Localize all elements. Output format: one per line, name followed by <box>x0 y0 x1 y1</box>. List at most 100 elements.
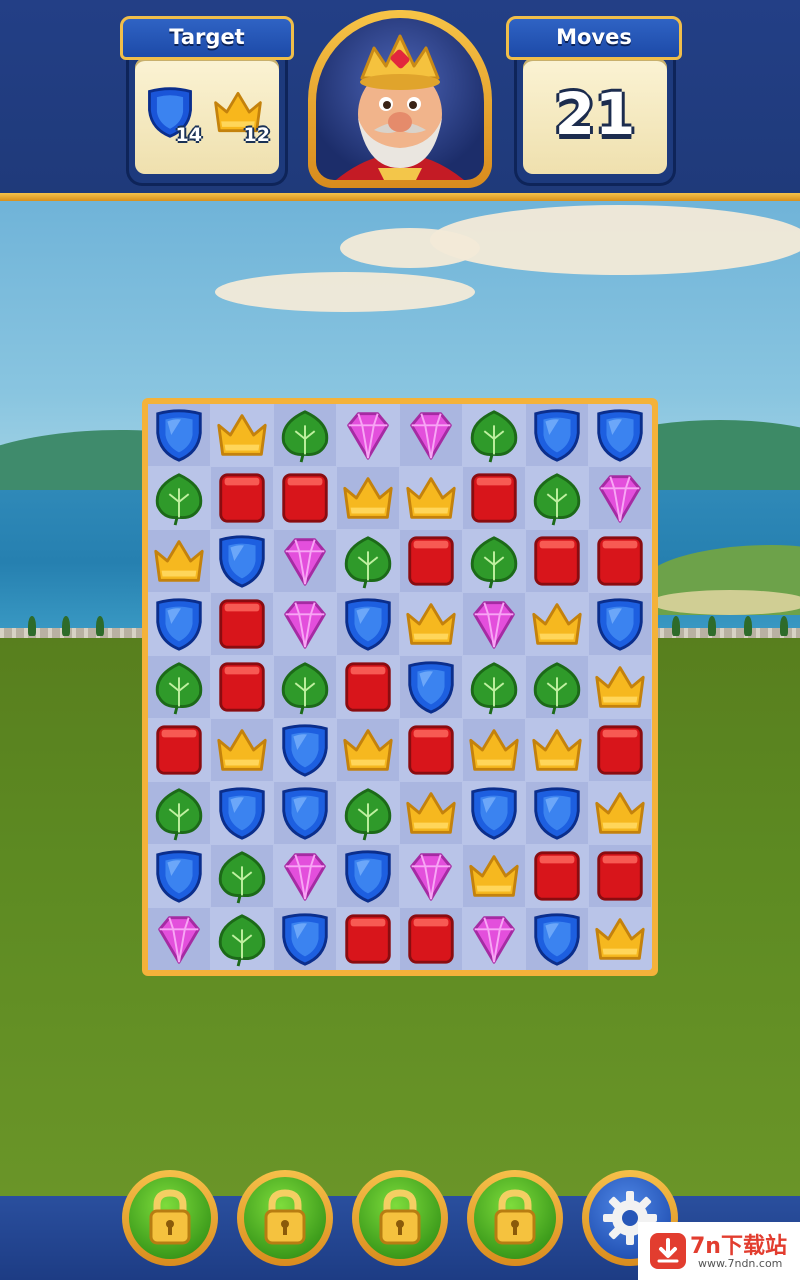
board-cell-gem[interactable] <box>148 908 210 970</box>
board-cell-crown[interactable] <box>589 908 651 970</box>
board-cell-box[interactable] <box>589 530 651 592</box>
board-cell-leaf[interactable] <box>463 530 525 592</box>
board-cell-gem[interactable] <box>274 593 336 655</box>
board-cell-shield[interactable] <box>211 782 273 844</box>
board-cell-leaf[interactable] <box>526 467 588 529</box>
board-cell-gem[interactable] <box>589 467 651 529</box>
board-cell-leaf[interactable] <box>463 656 525 718</box>
board-cell-leaf[interactable] <box>148 656 210 718</box>
tree <box>62 616 70 636</box>
leaf-icon <box>218 851 266 904</box>
box-icon <box>534 851 580 901</box>
board-cell-crown[interactable] <box>463 719 525 781</box>
board-cell-shield[interactable] <box>400 656 462 718</box>
board-cell-shield[interactable] <box>589 593 651 655</box>
board-cell-crown[interactable] <box>526 593 588 655</box>
king-icon <box>336 34 464 180</box>
board-cell-leaf[interactable] <box>337 782 399 844</box>
board-cell-crown[interactable] <box>337 719 399 781</box>
board-cell-crown[interactable] <box>211 719 273 781</box>
moves-counter: 21 <box>554 80 636 148</box>
crown-icon <box>595 792 645 834</box>
box-icon <box>597 725 643 775</box>
booster-3-button[interactable] <box>352 1170 448 1266</box>
board-cell-box[interactable] <box>211 593 273 655</box>
board-cell-shield[interactable] <box>463 782 525 844</box>
board-cell-crown[interactable] <box>589 656 651 718</box>
board-cell-box[interactable] <box>526 530 588 592</box>
board-cell-crown[interactable] <box>400 467 462 529</box>
board-cell-shield[interactable] <box>211 530 273 592</box>
board-cell-leaf[interactable] <box>274 404 336 466</box>
board-cell-shield[interactable] <box>337 593 399 655</box>
shield-icon <box>156 598 202 651</box>
board-cell-crown[interactable] <box>526 719 588 781</box>
board-cell-shield[interactable] <box>337 845 399 907</box>
board-cell-shield[interactable] <box>526 908 588 970</box>
cloud <box>340 228 480 268</box>
board-cell-leaf[interactable] <box>526 656 588 718</box>
board-cell-crown[interactable] <box>148 530 210 592</box>
booster-4-button[interactable] <box>467 1170 563 1266</box>
board-cell-box[interactable] <box>526 845 588 907</box>
board-cell-crown[interactable] <box>211 404 273 466</box>
board-cell-box[interactable] <box>589 719 651 781</box>
board-cell-box[interactable] <box>589 845 651 907</box>
shield-icon <box>597 598 643 651</box>
board-cell-shield[interactable] <box>148 404 210 466</box>
board-cell-shield[interactable] <box>526 782 588 844</box>
box-icon <box>219 599 265 649</box>
king-portrait <box>316 18 484 180</box>
leaf-icon <box>155 473 203 526</box>
booster-2-button-face <box>244 1177 326 1259</box>
board-cell-gem[interactable] <box>274 845 336 907</box>
board-cell-leaf[interactable] <box>148 782 210 844</box>
booster-1-button[interactable] <box>122 1170 218 1266</box>
board-cell-box[interactable] <box>211 467 273 529</box>
board-cell-leaf[interactable] <box>274 656 336 718</box>
board-cell-box[interactable] <box>400 908 462 970</box>
board-cell-leaf[interactable] <box>211 845 273 907</box>
board-cell-box[interactable] <box>400 719 462 781</box>
board-cell-crown[interactable] <box>400 593 462 655</box>
box-icon <box>408 725 454 775</box>
board-cell-leaf[interactable] <box>463 404 525 466</box>
beach <box>650 590 800 615</box>
board-cell-box[interactable] <box>148 719 210 781</box>
board-cell-shield[interactable] <box>148 593 210 655</box>
gem-icon <box>410 853 452 901</box>
booster-2-button[interactable] <box>237 1170 333 1266</box>
shield-icon <box>345 850 391 903</box>
booster-4-button-face <box>474 1177 556 1259</box>
board-cell-shield[interactable] <box>274 719 336 781</box>
board-cell-gem[interactable] <box>400 404 462 466</box>
board-cell-gem[interactable] <box>463 593 525 655</box>
board-cell-shield[interactable] <box>148 845 210 907</box>
shield-icon <box>471 787 517 840</box>
board-cell-shield[interactable] <box>526 404 588 466</box>
board-cell-gem[interactable] <box>337 404 399 466</box>
leaf-icon <box>281 662 329 715</box>
board-cell-shield[interactable] <box>589 404 651 466</box>
board-cell-leaf[interactable] <box>337 530 399 592</box>
shield-icon <box>282 724 328 777</box>
board-cell-crown[interactable] <box>400 782 462 844</box>
board-cell-crown[interactable] <box>337 467 399 529</box>
board-cell-gem[interactable] <box>274 530 336 592</box>
shield-icon <box>534 409 580 462</box>
board-cell-crown[interactable] <box>463 845 525 907</box>
board-cell-box[interactable] <box>337 656 399 718</box>
board-cell-box[interactable] <box>337 908 399 970</box>
board-cell-gem[interactable] <box>463 908 525 970</box>
board-cell-crown[interactable] <box>589 782 651 844</box>
board-cell-shield[interactable] <box>274 908 336 970</box>
crown-icon <box>532 603 582 645</box>
board-cell-shield[interactable] <box>274 782 336 844</box>
board-cell-gem[interactable] <box>400 845 462 907</box>
board-cell-leaf[interactable] <box>148 467 210 529</box>
board-cell-box[interactable] <box>463 467 525 529</box>
board-cell-leaf[interactable] <box>211 908 273 970</box>
board-cell-box[interactable] <box>400 530 462 592</box>
board-cell-box[interactable] <box>211 656 273 718</box>
board-cell-box[interactable] <box>274 467 336 529</box>
